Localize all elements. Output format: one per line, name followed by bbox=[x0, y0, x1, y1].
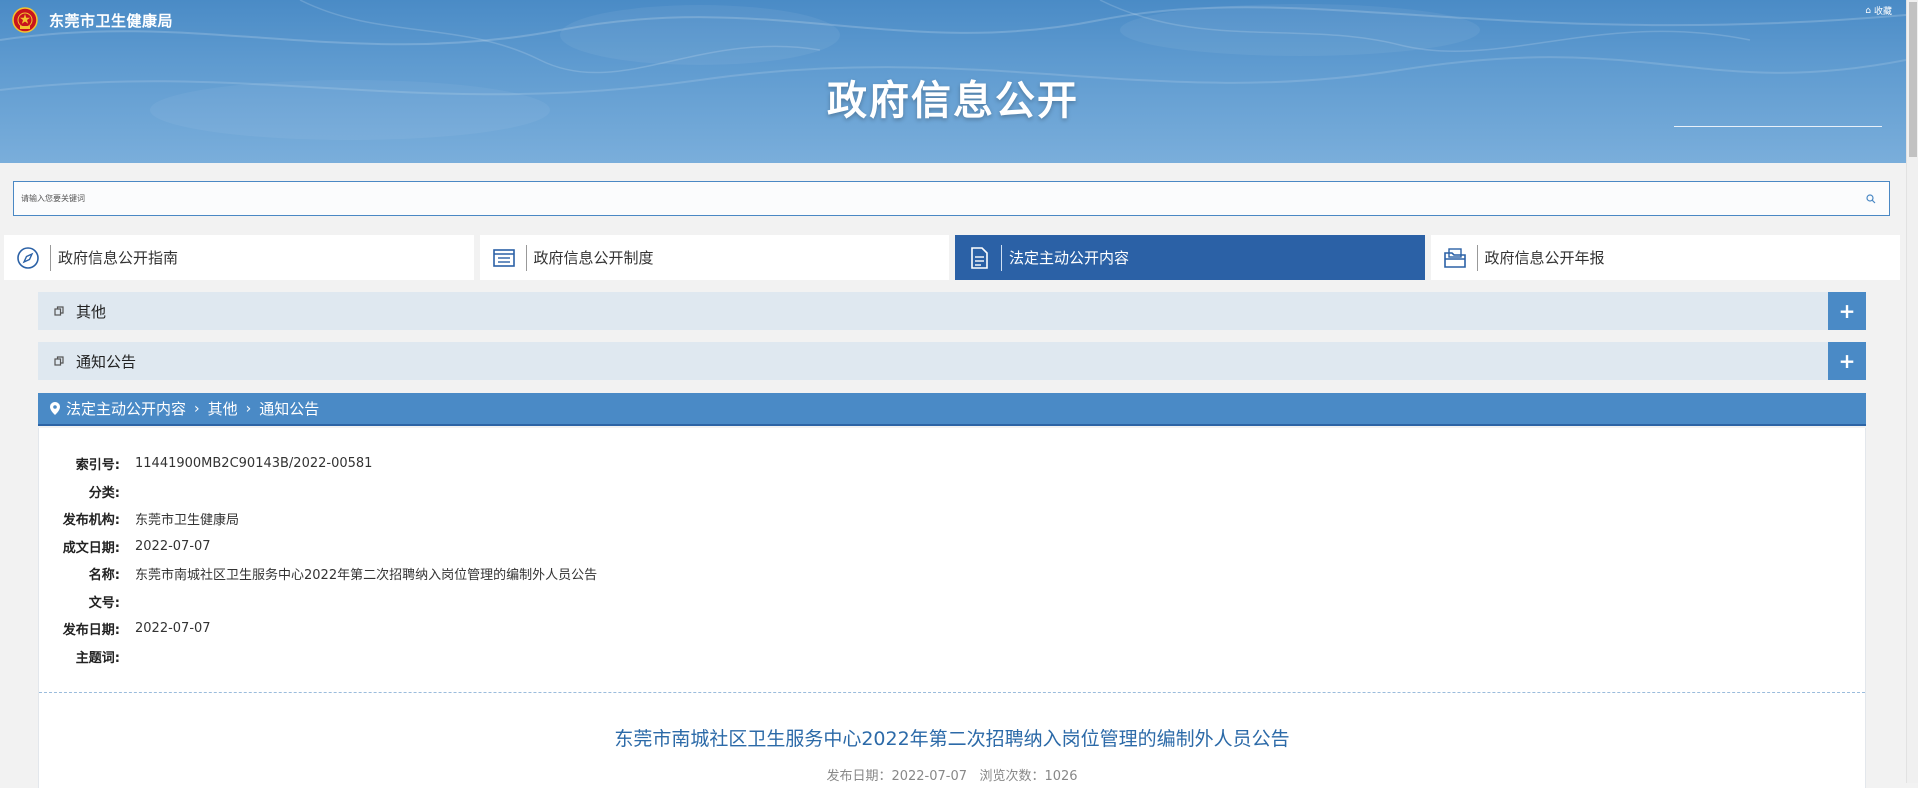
meta-value: 东莞市南城社区卫生服务中心2022年第二次招聘纳入岗位管理的编制外人员公告 bbox=[135, 568, 598, 584]
document-metadata: 索引号: 11441900MB2C90143B/2022-00581 分类: 发… bbox=[39, 450, 597, 670]
tab-separator bbox=[50, 244, 51, 271]
views-count: 1026 bbox=[1044, 769, 1078, 784]
breadcrumb-item-notices[interactable]: 通知公告 bbox=[259, 398, 319, 419]
meta-key: 发布机构: bbox=[62, 513, 120, 529]
publish-date-label: 发布日期： bbox=[826, 769, 892, 784]
breadcrumb-item-statutory[interactable]: 法定主动公开内容 bbox=[66, 398, 186, 419]
document-icon bbox=[965, 244, 993, 272]
national-emblem-icon[interactable] bbox=[12, 7, 38, 33]
category-tabs: 政府信息公开指南 政府信息公开制度 法定主动公开内容 政府信息公开年报 bbox=[4, 235, 1900, 280]
expand-button[interactable]: + bbox=[1828, 292, 1866, 330]
meta-key: 索引号: bbox=[75, 458, 120, 474]
meta-value: 11441900MB2C90143B/2022-00581 bbox=[135, 456, 373, 472]
meta-key: 分类: bbox=[88, 485, 120, 501]
views-label: 浏览次数： bbox=[979, 769, 1045, 784]
tab-label: 法定主动公开内容 bbox=[1009, 249, 1130, 267]
tab-label: 政府信息公开制度 bbox=[533, 249, 654, 267]
page-title: 政府信息公开 bbox=[827, 78, 1079, 124]
publish-date-value: 2022-07-07 bbox=[891, 769, 968, 784]
chevron-right-icon: › bbox=[245, 400, 252, 417]
copy-icon bbox=[53, 355, 65, 367]
meta-row-publisher: 发布机构: 东莞市卫生健康局 bbox=[39, 505, 597, 533]
content-panel: 索引号: 11441900MB2C90143B/2022-00581 分类: 发… bbox=[38, 428, 1866, 788]
breadcrumb: 法定主动公开内容 › 其他 › 通知公告 bbox=[38, 393, 1866, 426]
top-links: ⌂ 收藏 bbox=[1865, 4, 1892, 18]
tab-label: 政府信息公开年报 bbox=[1484, 249, 1605, 267]
meta-key: 主题词: bbox=[75, 650, 120, 666]
tab-separator bbox=[1476, 244, 1478, 271]
dashed-divider bbox=[39, 692, 1865, 693]
scrollbar-thumb[interactable] bbox=[1909, 2, 1917, 157]
meta-row-index: 索引号: 11441900MB2C90143B/2022-00581 bbox=[39, 450, 597, 478]
search-button[interactable] bbox=[1853, 182, 1889, 215]
meta-row-category: 分类: bbox=[39, 478, 597, 506]
search-bar bbox=[13, 181, 1890, 216]
home-icon[interactable]: ⌂ bbox=[1865, 6, 1871, 16]
meta-key: 名称: bbox=[88, 568, 120, 584]
meta-row-written-date: 成文日期: 2022-07-07 bbox=[39, 533, 597, 561]
article-info: 发布日期：2022-07-07 浏览次数：1026 bbox=[39, 765, 1865, 784]
article-title: 东莞市南城社区卫生服务中心2022年第二次招聘纳入岗位管理的编制外人员公告 bbox=[614, 728, 1290, 750]
list-icon bbox=[490, 244, 518, 272]
meta-value: 2022-07-07 bbox=[135, 538, 211, 554]
accordion-label: 通知公告 bbox=[76, 352, 137, 371]
header-banner: 东莞市卫生健康局 ⌂ 收藏 政府信息公开 bbox=[0, 0, 1906, 163]
meta-key: 文号: bbox=[88, 595, 120, 611]
accordion-label: 其他 bbox=[76, 302, 107, 321]
meta-value: 东莞市卫生健康局 bbox=[135, 513, 240, 529]
expand-button[interactable]: + bbox=[1828, 342, 1866, 380]
page-scrollbar[interactable] bbox=[1906, 0, 1918, 783]
tab-disclosure-system[interactable]: 政府信息公开制度 bbox=[479, 235, 949, 280]
meta-key: 成文日期: bbox=[62, 540, 120, 556]
meta-row-keywords: 主题词: bbox=[39, 643, 597, 671]
chevron-right-icon: › bbox=[194, 400, 200, 417]
accordion-notices[interactable]: 通知公告 + bbox=[38, 342, 1866, 380]
banner-divider bbox=[1674, 126, 1882, 127]
meta-key: 发布日期: bbox=[62, 623, 120, 639]
folder-icon bbox=[1441, 244, 1469, 272]
meta-row-name: 名称: 东莞市南城社区卫生服务中心2022年第二次招聘纳入岗位管理的编制外人员公… bbox=[39, 560, 597, 588]
copy-icon bbox=[53, 305, 65, 317]
tab-separator bbox=[1001, 244, 1002, 271]
tab-label: 政府信息公开指南 bbox=[58, 249, 179, 267]
tab-annual-report[interactable]: 政府信息公开年报 bbox=[1430, 235, 1900, 280]
accordion-other[interactable]: 其他 + bbox=[38, 292, 1866, 330]
meta-row-doc-number: 文号: bbox=[39, 588, 597, 616]
compass-icon bbox=[14, 244, 42, 272]
search-icon bbox=[1866, 193, 1876, 203]
favorite-link[interactable]: 收藏 bbox=[1874, 4, 1892, 17]
tab-separator bbox=[525, 244, 527, 271]
breadcrumb-item-other[interactable]: 其他 bbox=[208, 398, 238, 419]
search-input[interactable] bbox=[14, 193, 1853, 204]
tab-disclosure-guide[interactable]: 政府信息公开指南 bbox=[4, 235, 474, 280]
site-name[interactable]: 东莞市卫生健康局 bbox=[49, 10, 173, 31]
tab-statutory-content[interactable]: 法定主动公开内容 bbox=[955, 235, 1425, 280]
location-pin-icon bbox=[50, 402, 60, 415]
meta-value: 2022-07-07 bbox=[135, 621, 211, 637]
meta-row-publish-date: 发布日期: 2022-07-07 bbox=[39, 615, 597, 643]
